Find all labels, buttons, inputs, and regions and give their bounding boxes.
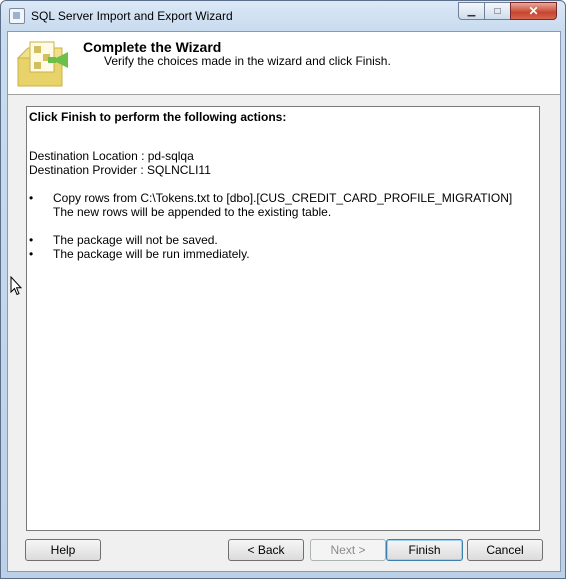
list-item: • The package will not be saved. (29, 233, 537, 247)
dialog-client-area: Complete the Wizard Verify the choices m… (7, 31, 561, 572)
bullet-icon: • (29, 247, 34, 261)
run-note-text: The package will be run immediately. (53, 247, 250, 261)
help-button[interactable]: Help (25, 539, 101, 561)
list-item: • The package will be run immediately. (29, 247, 537, 261)
close-icon: ✕ (528, 4, 539, 18)
maximize-icon: □ (494, 5, 501, 17)
wizard-window: SQL Server Import and Export Wizard ▁ □ … (0, 0, 566, 579)
header-subtitle: Verify the choices made in the wizard an… (104, 54, 391, 68)
minimize-button[interactable]: ▁ (458, 2, 485, 20)
destination-location: Destination Location : pd-sqlqa (29, 149, 194, 163)
destination-provider: Destination Provider : SQLNCLI11 (29, 163, 211, 177)
close-button[interactable]: ✕ (510, 2, 557, 20)
list-item: • Copy rows from C:\Tokens.txt to [dbo].… (29, 191, 537, 205)
copy-action-text: Copy rows from C:\Tokens.txt to [dbo].[C… (53, 191, 513, 205)
title-bar[interactable]: SQL Server Import and Export Wizard ▁ □ … (1, 1, 565, 31)
app-icon (9, 8, 25, 24)
minimize-icon: ▁ (467, 5, 476, 17)
copy-note-text: The new rows will be appended to the exi… (53, 205, 332, 219)
back-button[interactable]: < Back (228, 539, 304, 561)
maximize-button[interactable]: □ (484, 2, 511, 20)
bullet-icon: • (29, 233, 34, 247)
wizard-header: Complete the Wizard Verify the choices m… (8, 32, 560, 95)
summary-heading: Click Finish to perform the following ac… (29, 110, 287, 124)
cancel-button[interactable]: Cancel (467, 539, 543, 561)
finish-button[interactable]: Finish (386, 539, 463, 561)
summary-panel[interactable]: Click Finish to perform the following ac… (26, 106, 540, 531)
mouse-pointer-icon (10, 276, 22, 296)
wizard-logo-icon (16, 41, 68, 87)
header-title: Complete the Wizard (83, 39, 222, 55)
save-note-text: The package will not be saved. (53, 233, 218, 247)
bullet-icon: • (29, 191, 34, 205)
window-title: SQL Server Import and Export Wizard (31, 9, 233, 23)
next-button[interactable]: Next > (310, 539, 386, 561)
